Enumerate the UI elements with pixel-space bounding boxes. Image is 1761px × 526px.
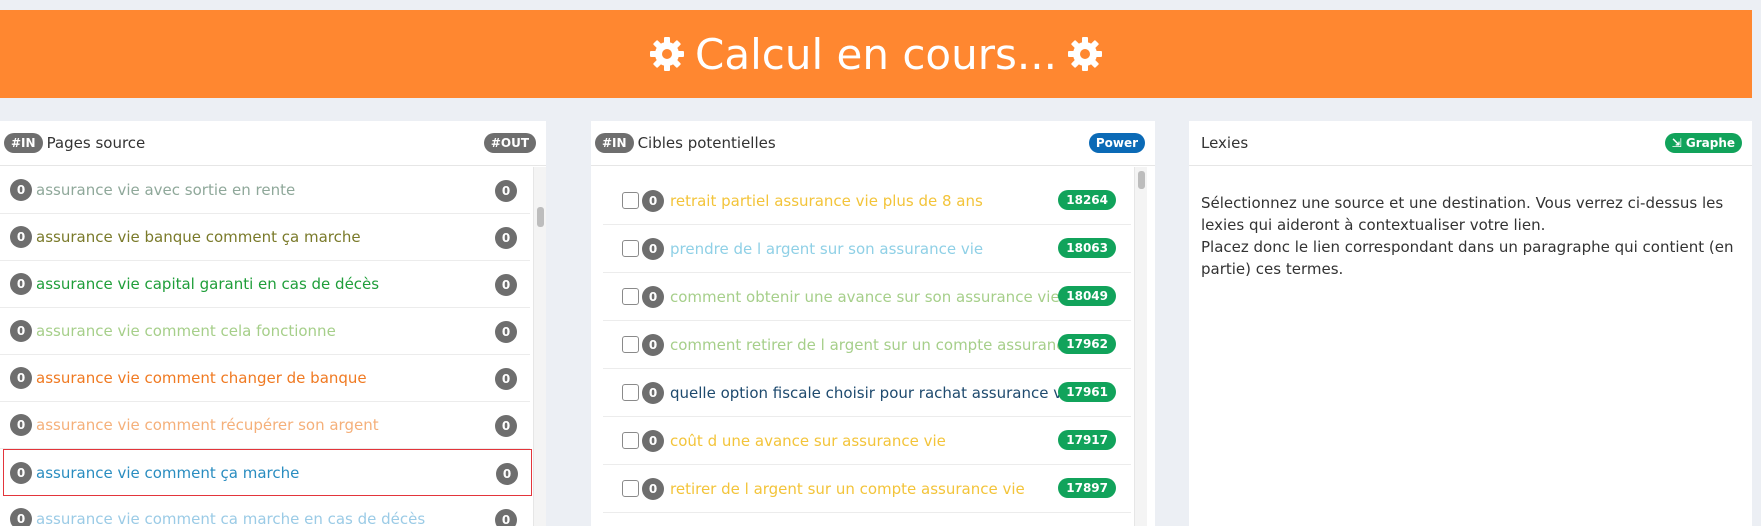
- list-item[interactable]: 0 assurance vie comment changer de banqu…: [0, 355, 530, 402]
- out-count: 0: [495, 180, 517, 202]
- in-badge: #IN: [4, 133, 43, 153]
- out-badge[interactable]: #OUT: [483, 133, 536, 153]
- score-badge: 17962: [1058, 334, 1116, 354]
- source-panel-header: #IN Pages source #OUT: [0, 121, 546, 166]
- banner-text: Calcul en cours...: [695, 29, 1057, 79]
- out-count: 0: [495, 274, 517, 296]
- target-page-label[interactable]: quelle option fiscale choisir pour racha…: [670, 384, 1075, 402]
- score-badge: 17961: [1058, 382, 1116, 402]
- target-checkbox[interactable]: [622, 432, 639, 449]
- out-count: 0: [495, 321, 517, 343]
- list-item[interactable]: 0 retirer de l argent sur un compte assu…: [603, 465, 1131, 513]
- source-page-label[interactable]: assurance vie comment ca marche en cas d…: [36, 510, 425, 526]
- list-item[interactable]: 0 comment retirer de l argent sur un com…: [603, 321, 1131, 369]
- target-checkbox[interactable]: [622, 240, 639, 257]
- in-count: 0: [10, 226, 32, 248]
- instruction-line-1: Sélectionnez une source et une destinati…: [1201, 194, 1724, 234]
- in-badge: #IN: [595, 133, 634, 153]
- source-page-label[interactable]: assurance vie comment cela fonctionne: [36, 322, 336, 340]
- score-badge: 18063: [1058, 238, 1116, 258]
- list-item[interactable]: 0 assurance vie banque comment ça marche…: [0, 214, 530, 261]
- in-count: 0: [10, 508, 32, 526]
- list-item[interactable]: 0 assurance vie avec sortie en rente 0: [0, 167, 530, 214]
- lexies-panel-header: Lexies ⇲ Graphe: [1189, 121, 1752, 166]
- in-count: 0: [10, 320, 32, 342]
- list-item[interactable]: 0 assurance vie capital garanti en cas d…: [0, 261, 530, 308]
- score-badge: 18049: [1058, 286, 1116, 306]
- gear-icon: [1065, 34, 1105, 74]
- link-count: 0: [642, 189, 664, 212]
- out-count: 0: [495, 368, 517, 390]
- share-icon: ⇲: [1671, 136, 1682, 150]
- source-page-label[interactable]: assurance vie capital garanti en cas de …: [36, 275, 379, 293]
- link-count: 0: [642, 237, 664, 260]
- list-item[interactable]: 0 assurance vie comment cela fonctionne …: [0, 308, 530, 355]
- source-page-label[interactable]: assurance vie comment récupérer son arge…: [36, 416, 379, 434]
- link-count: 0: [642, 333, 664, 356]
- graph-button[interactable]: ⇲ Graphe: [1664, 133, 1742, 153]
- link-count: 0: [642, 429, 664, 452]
- lexies-panel: Lexies ⇲ Graphe Sélectionnez une source …: [1189, 121, 1752, 526]
- score-badge: 17917: [1058, 430, 1116, 450]
- target-page-label[interactable]: retirer de l argent sur un compte assura…: [670, 480, 1025, 498]
- source-scrollbar[interactable]: [533, 167, 546, 526]
- source-panel-title: Pages source: [46, 134, 146, 152]
- link-count: 0: [642, 285, 664, 308]
- instruction-line-2: Placez donc le lien correspondant dans u…: [1201, 238, 1734, 278]
- target-checkbox[interactable]: [622, 384, 639, 401]
- in-count: 0: [10, 179, 32, 201]
- out-count: 0: [495, 509, 517, 526]
- source-page-label[interactable]: assurance vie comment ça marche: [36, 464, 299, 482]
- list-item-selected[interactable]: 0 assurance vie comment ça marche 0: [3, 449, 532, 496]
- target-checkbox[interactable]: [622, 192, 639, 209]
- in-count: 0: [10, 273, 32, 295]
- target-page-label[interactable]: retrait partiel assurance vie plus de 8 …: [670, 192, 983, 210]
- in-count: 0: [10, 461, 32, 484]
- power-badge[interactable]: Power: [1088, 133, 1145, 153]
- out-count: 0: [495, 227, 517, 249]
- source-page-label[interactable]: assurance vie comment changer de banque: [36, 369, 367, 387]
- source-list: 0 assurance vie avec sortie en rente 0 0…: [0, 167, 541, 526]
- list-item[interactable]: 0 comment obtenir une avance sur son ass…: [603, 273, 1131, 321]
- targets-panel-title: Cibles potentielles: [637, 134, 776, 152]
- targets-list: 0 retrait partiel assurance vie plus de …: [591, 167, 1141, 513]
- list-item[interactable]: 0 assurance vie comment ca marche en cas…: [0, 496, 530, 526]
- out-count: 0: [495, 415, 517, 437]
- target-checkbox[interactable]: [622, 336, 639, 353]
- out-count: 0: [496, 463, 518, 485]
- link-count: 0: [642, 477, 664, 500]
- scrollbar-thumb[interactable]: [537, 207, 544, 227]
- target-page-label[interactable]: comment obtenir une avance sur son assur…: [670, 288, 1060, 306]
- lexies-instructions: Sélectionnez une source et une destinati…: [1189, 166, 1752, 306]
- progress-banner: Calcul en cours...: [0, 10, 1752, 98]
- score-badge: 18264: [1058, 190, 1116, 210]
- targets-panel-header: #IN Cibles potentielles Power: [591, 121, 1155, 166]
- target-checkbox[interactable]: [622, 288, 639, 305]
- link-count: 0: [642, 381, 664, 404]
- in-count: 0: [10, 367, 32, 389]
- target-page-label[interactable]: prendre de l argent sur son assurance vi…: [670, 240, 983, 258]
- gear-icon: [647, 34, 687, 74]
- target-candidates-panel: #IN Cibles potentielles Power 0 retrait …: [591, 121, 1155, 526]
- source-page-label[interactable]: assurance vie avec sortie en rente: [36, 181, 295, 199]
- in-count: 0: [10, 414, 32, 436]
- scrollbar-thumb[interactable]: [1138, 171, 1145, 189]
- targets-scrollbar[interactable]: [1134, 167, 1147, 526]
- target-page-label[interactable]: comment retirer de l argent sur un compt…: [670, 336, 1101, 354]
- target-checkbox[interactable]: [622, 480, 639, 497]
- list-item[interactable]: 0 assurance vie comment récupérer son ar…: [0, 402, 530, 449]
- source-pages-panel: #IN Pages source #OUT 0 assurance vie av…: [0, 121, 546, 526]
- graph-label: Graphe: [1685, 136, 1735, 150]
- score-badge: 17897: [1058, 478, 1116, 498]
- lexies-panel-title: Lexies: [1201, 134, 1249, 152]
- list-item[interactable]: 0 quelle option fiscale choisir pour rac…: [603, 369, 1131, 417]
- list-item[interactable]: 0 retrait partiel assurance vie plus de …: [603, 177, 1131, 225]
- source-page-label[interactable]: assurance vie banque comment ça marche: [36, 228, 361, 246]
- list-item[interactable]: 0 prendre de l argent sur son assurance …: [603, 225, 1131, 273]
- target-page-label[interactable]: coût d une avance sur assurance vie: [670, 432, 946, 450]
- list-item[interactable]: 0 coût d une avance sur assurance vie 17…: [603, 417, 1131, 465]
